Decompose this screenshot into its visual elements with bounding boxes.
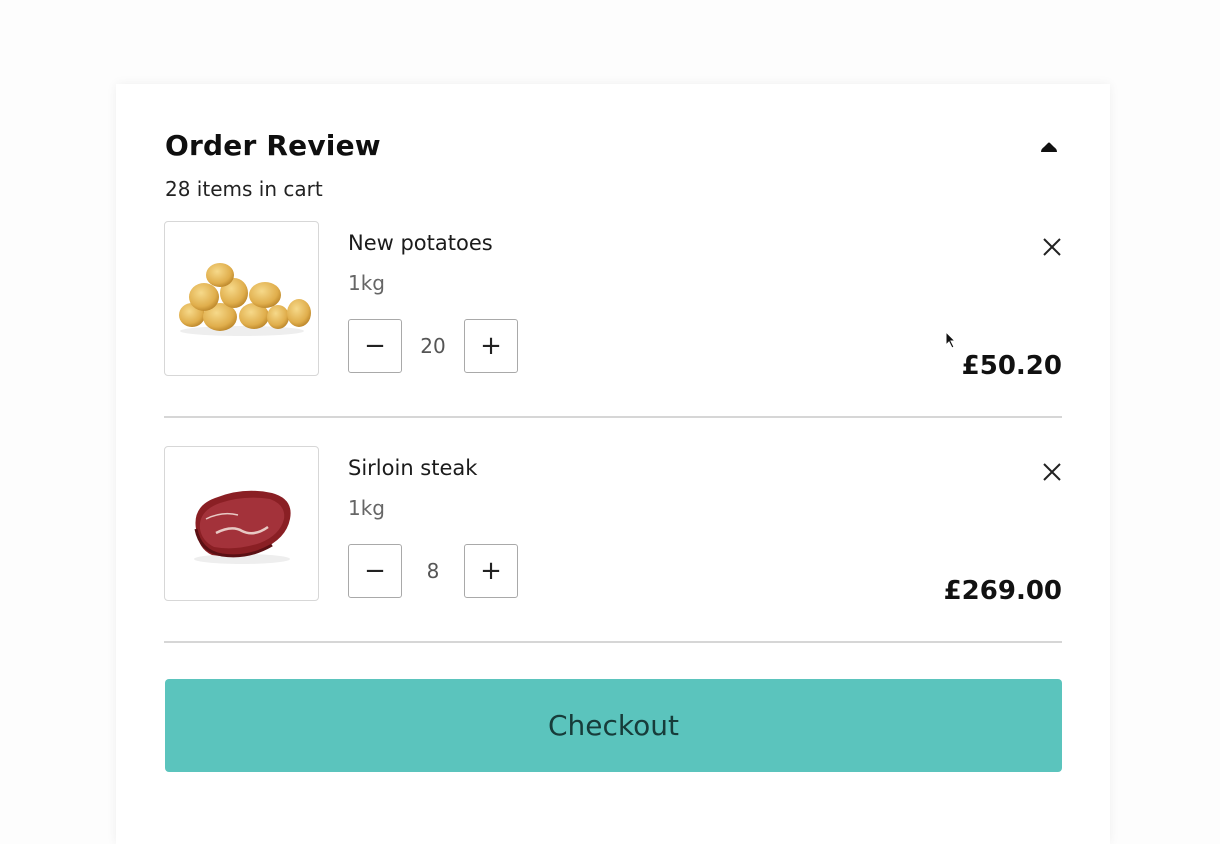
order-review-panel: Order Review 28 items in cart New potato… — [116, 84, 1110, 844]
item-divider — [164, 416, 1062, 418]
quantity-value: 8 — [426, 559, 440, 583]
cart-item-count: 28 items in cart — [165, 177, 323, 201]
increment-button[interactable]: + — [464, 319, 518, 373]
potatoes-image — [178, 262, 311, 336]
item-price: £269.00 — [943, 576, 1062, 606]
page-title: Order Review — [165, 129, 381, 162]
cart-item: Sirloin steak 1kg − 8 + £269.00 — [164, 446, 1064, 643]
increment-button[interactable]: + — [464, 544, 518, 598]
quantity-value: 20 — [420, 334, 446, 358]
close-icon — [1043, 463, 1061, 481]
item-price: £50.20 — [961, 351, 1062, 381]
product-thumbnail — [164, 221, 319, 376]
decrement-button[interactable]: − — [348, 544, 402, 598]
item-name: Sirloin steak — [348, 456, 478, 480]
steak-image — [193, 490, 291, 564]
collapse-button[interactable] — [1034, 136, 1064, 158]
cart-item: New potatoes 1kg − 20 + £50.20 — [164, 221, 1064, 418]
item-divider — [164, 641, 1062, 643]
decrement-button[interactable]: − — [348, 319, 402, 373]
remove-item-button[interactable] — [1040, 235, 1064, 259]
product-thumbnail — [164, 446, 319, 601]
checkout-button[interactable]: Checkout — [165, 679, 1062, 772]
caret-up-icon — [1041, 142, 1057, 152]
mouse-cursor-icon — [945, 331, 957, 349]
close-icon — [1043, 238, 1061, 256]
item-size: 1kg — [348, 496, 386, 520]
remove-item-button[interactable] — [1040, 460, 1064, 484]
item-name: New potatoes — [348, 231, 493, 255]
item-size: 1kg — [348, 271, 386, 295]
